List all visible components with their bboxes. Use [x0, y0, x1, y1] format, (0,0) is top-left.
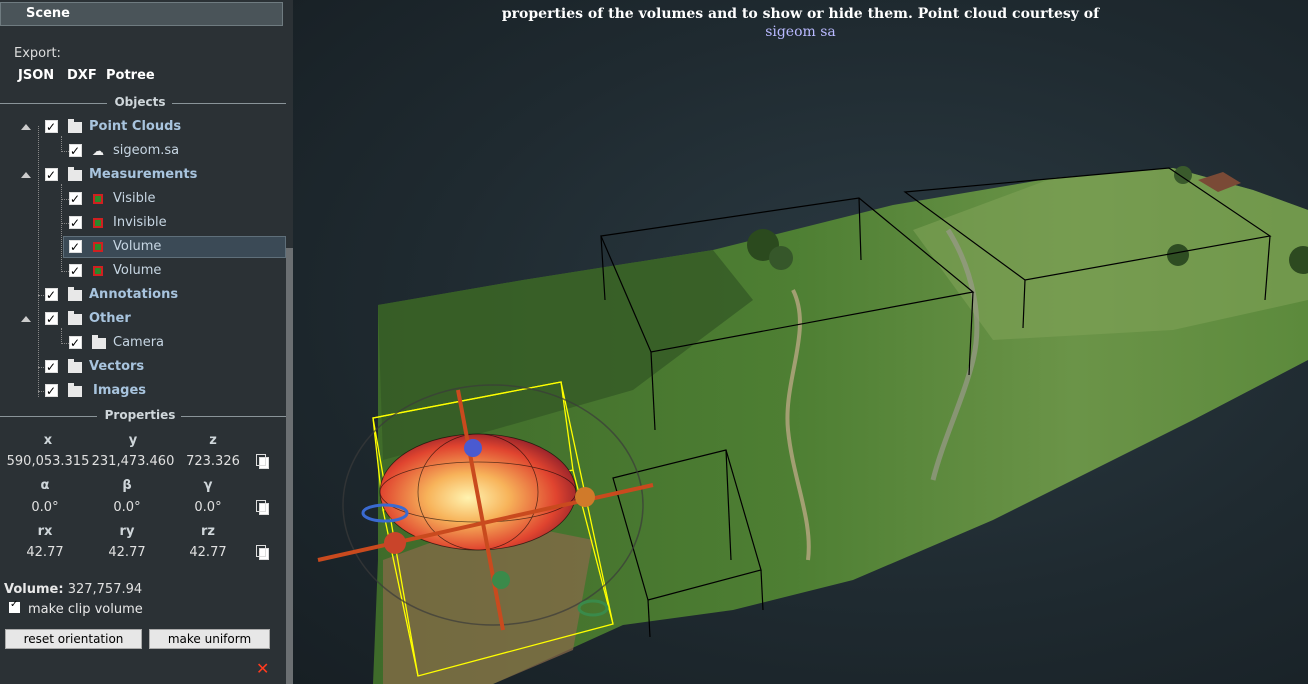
tree-item-sigeom[interactable]: ☁ sigeom.sa [0, 140, 286, 162]
tree-item-vectors[interactable]: Vectors [0, 356, 286, 378]
z-value: 723.326 [186, 454, 240, 469]
volume-icon [93, 266, 103, 276]
collapse-icon[interactable] [21, 124, 31, 130]
checkbox[interactable] [45, 308, 58, 330]
tree-label: sigeom.sa [113, 143, 180, 158]
export-potree-link[interactable]: Potree [106, 68, 155, 83]
y-label: y [128, 433, 138, 448]
volume-icon [93, 194, 103, 204]
x-label: x [43, 433, 53, 448]
tree-item-measurements[interactable]: Measurements [0, 164, 286, 186]
folder-icon [92, 335, 106, 349]
tree-label: Images [93, 383, 147, 398]
3d-viewport[interactable] [293, 0, 1308, 684]
cloud-icon: ☁ [92, 144, 104, 158]
folder-icon [68, 383, 82, 397]
tree-label: Volume [113, 263, 162, 278]
rx-label: rx [37, 524, 53, 539]
collapse-icon[interactable] [21, 316, 31, 322]
tree-label: Camera [113, 335, 165, 350]
alpha-value: 0.0° [31, 500, 59, 515]
checkbox[interactable] [45, 380, 58, 402]
tree-item-point-clouds[interactable]: Point Clouds [0, 116, 286, 138]
tree-item-volume-selected[interactable]: Volume [0, 236, 286, 258]
export-json-link[interactable]: JSON [18, 68, 54, 83]
sidebar: Scene Export: JSON DXF Potree Objects Po… [0, 0, 293, 684]
copy-icon[interactable] [256, 454, 269, 469]
tree-item-invisible[interactable]: Invisible [0, 212, 286, 234]
tree-item-visible[interactable]: Visible [0, 188, 286, 210]
ry-value: 42.77 [108, 545, 146, 560]
checkbox[interactable] [69, 260, 82, 282]
volume-icon [93, 218, 103, 228]
collapse-icon[interactable] [21, 172, 31, 178]
folder-icon [68, 359, 82, 373]
tree-item-camera[interactable]: Camera [0, 332, 286, 354]
gamma-value: 0.0° [194, 500, 222, 515]
checkbox[interactable] [69, 332, 82, 354]
rz-value: 42.77 [189, 545, 227, 560]
tree-label: Annotations [89, 287, 179, 302]
checkbox[interactable] [69, 188, 82, 210]
checkbox[interactable] [45, 284, 58, 306]
checkbox[interactable] [69, 212, 82, 234]
tree-item-annotations[interactable]: Annotations [0, 284, 286, 306]
alpha-label: α [40, 478, 50, 493]
tree-label: Point Clouds [89, 119, 182, 134]
export-label: Export: [14, 46, 61, 61]
checkbox[interactable] [69, 140, 82, 162]
volume-readout: Volume: 327,757.94 [4, 582, 142, 597]
rz-label: rz [201, 524, 215, 539]
tree-item-volume[interactable]: Volume [0, 260, 286, 282]
tree-item-images[interactable]: Images [0, 380, 286, 402]
make-uniform-button[interactable]: make uniform [149, 629, 270, 649]
check-icon: ✓ [10, 599, 19, 610]
export-dxf-link[interactable]: DXF [67, 68, 97, 83]
copy-icon[interactable] [256, 500, 269, 515]
beta-value: 0.0° [113, 500, 141, 515]
properties-header: Properties [0, 408, 286, 424]
sigeom-link[interactable]: sigeom sa [765, 24, 836, 40]
tree-label: Vectors [89, 359, 145, 374]
y-value: 231,473.460 [91, 454, 175, 469]
volume-icon [93, 242, 103, 252]
folder-icon [68, 119, 82, 133]
scene-tab[interactable]: Scene [0, 2, 283, 26]
sidebar-scrollbar[interactable] [286, 248, 293, 684]
checkbox[interactable] [45, 164, 58, 186]
beta-label: β [122, 478, 132, 493]
gamma-label: γ [203, 478, 213, 493]
tree-item-other[interactable]: Other [0, 308, 286, 330]
checkbox[interactable] [69, 236, 82, 258]
volume-label: Volume: [4, 582, 64, 597]
tree-label: Other [89, 311, 131, 326]
tree-label: Visible [113, 191, 156, 206]
clip-label: make clip volume [28, 602, 143, 617]
checkbox[interactable] [45, 356, 58, 378]
close-icon[interactable]: ✕ [256, 659, 269, 678]
copy-icon[interactable] [256, 545, 269, 560]
folder-icon [68, 287, 82, 301]
info-line: properties of the volumes and to show or… [501, 6, 1100, 22]
ry-label: ry [119, 524, 135, 539]
x-value: 590,053.315 [6, 454, 90, 469]
tree-label: Volume [113, 239, 162, 254]
checkbox[interactable] [45, 116, 58, 138]
clip-checkbox[interactable]: ✓ [9, 599, 20, 613]
reset-orientation-button[interactable]: reset orientation [5, 629, 142, 649]
objects-header: Objects [0, 95, 286, 111]
volume-value: 327,757.94 [67, 582, 143, 597]
tree-label: Invisible [113, 215, 167, 230]
rx-value: 42.77 [26, 545, 64, 560]
point-cloud-render [317, 166, 1308, 684]
z-label: z [209, 433, 217, 448]
folder-icon [68, 167, 82, 181]
folder-icon [68, 311, 82, 325]
tree-label: Measurements [89, 167, 198, 182]
